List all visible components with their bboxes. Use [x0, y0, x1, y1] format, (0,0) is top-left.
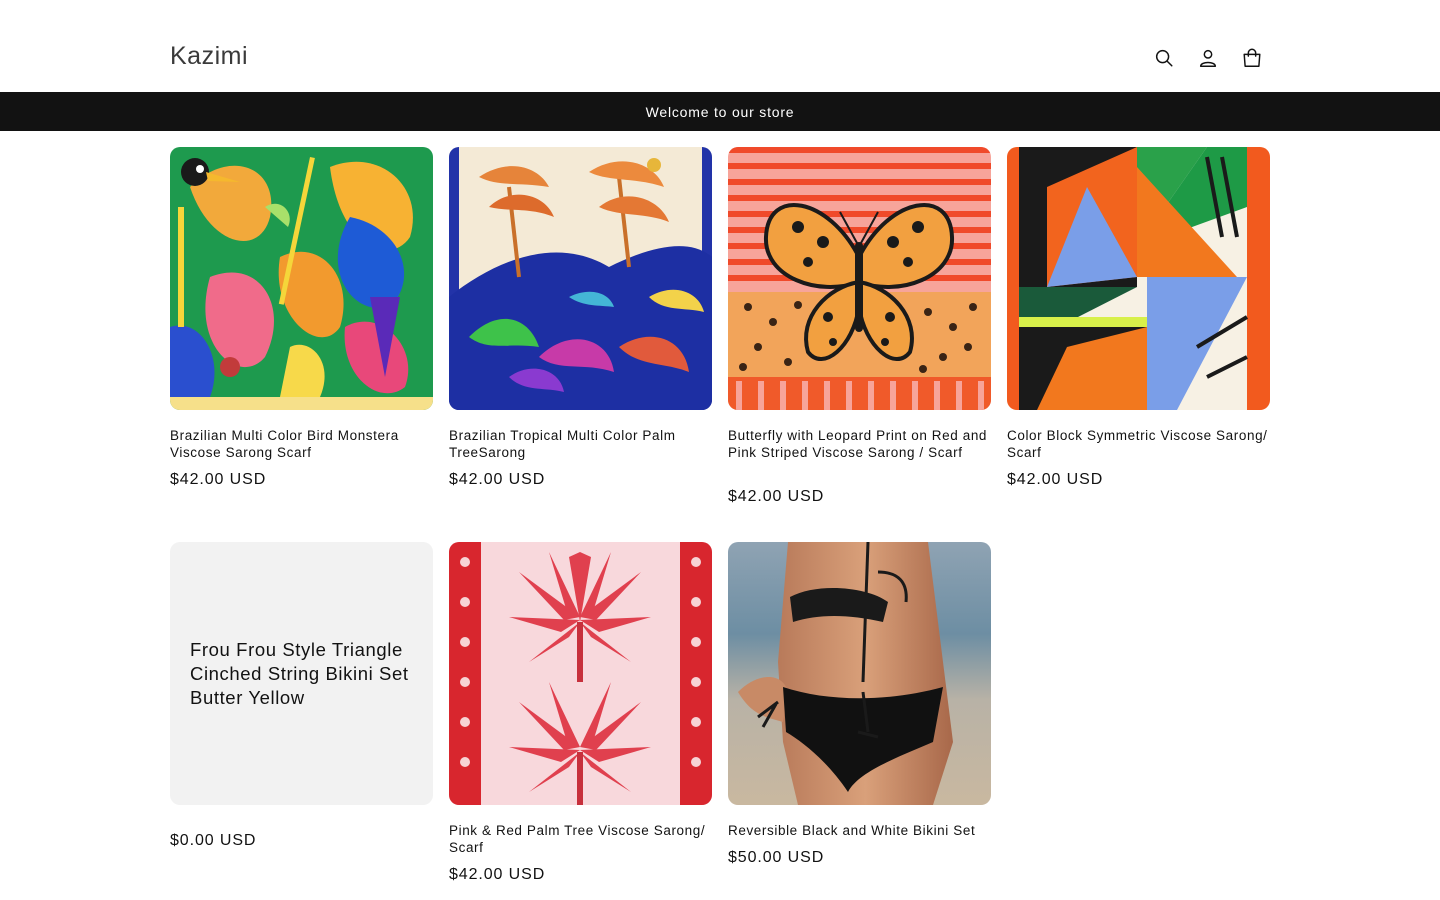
product-title[interactable]: Reversible Black and White Bikini Set — [728, 822, 991, 839]
product-image-bird-monstera[interactable] — [170, 147, 433, 410]
sarong-pink-red-palm-image — [449, 542, 712, 805]
product-image-tropical-palm[interactable] — [449, 147, 712, 410]
announcement-text: Welcome to our store — [645, 103, 795, 120]
product-price: $42.00 USD — [170, 471, 267, 488]
bikini-photo-image — [728, 542, 991, 805]
cart-button[interactable] — [1235, 41, 1269, 75]
store-logo[interactable]: Kazimi — [170, 42, 248, 71]
product-price: $50.00 USD — [728, 849, 825, 866]
announcement-bar: Welcome to our store — [0, 92, 1440, 131]
product-title[interactable]: Frou Frou Style Triangle Cinched String … — [170, 638, 433, 710]
sarong-color-block-image — [1007, 147, 1270, 410]
product-price: $0.00 USD — [170, 832, 257, 849]
product-price: $42.00 USD — [449, 866, 546, 883]
account-icon — [1199, 49, 1217, 67]
product-title[interactable]: Brazilian Multi Color Bird Monstera Visc… — [170, 427, 433, 461]
site-header: Kazimi — [0, 0, 1440, 92]
product-title[interactable]: Color Block Symmetric Viscose Sarong/ Sc… — [1007, 427, 1270, 461]
sarong-butterfly-image — [728, 147, 991, 410]
product-image-color-block[interactable] — [1007, 147, 1270, 410]
product-image-butterfly[interactable] — [728, 147, 991, 410]
product-title[interactable]: Pink & Red Palm Tree Viscose Sarong/ Sca… — [449, 822, 712, 856]
sarong-tropical-palm-image — [449, 147, 712, 410]
product-title[interactable]: Brazilian Tropical Multi Color Palm Tree… — [449, 427, 712, 461]
product-image-reversible-bikini[interactable] — [728, 542, 991, 805]
sarong-bird-monstera-image — [170, 147, 433, 410]
product-price: $42.00 USD — [1007, 471, 1104, 488]
search-button[interactable] — [1147, 41, 1181, 75]
search-icon — [1155, 49, 1173, 67]
product-price: $42.00 USD — [449, 471, 546, 488]
cart-icon — [1243, 48, 1261, 67]
product-price: $42.00 USD — [728, 488, 825, 505]
product-image-pink-red-palm[interactable] — [449, 542, 712, 805]
account-button[interactable] — [1191, 41, 1225, 75]
product-title[interactable]: Butterfly with Leopard Print on Red and … — [728, 427, 991, 461]
product-placeholder-card[interactable]: Frou Frou Style Triangle Cinched String … — [170, 542, 433, 805]
